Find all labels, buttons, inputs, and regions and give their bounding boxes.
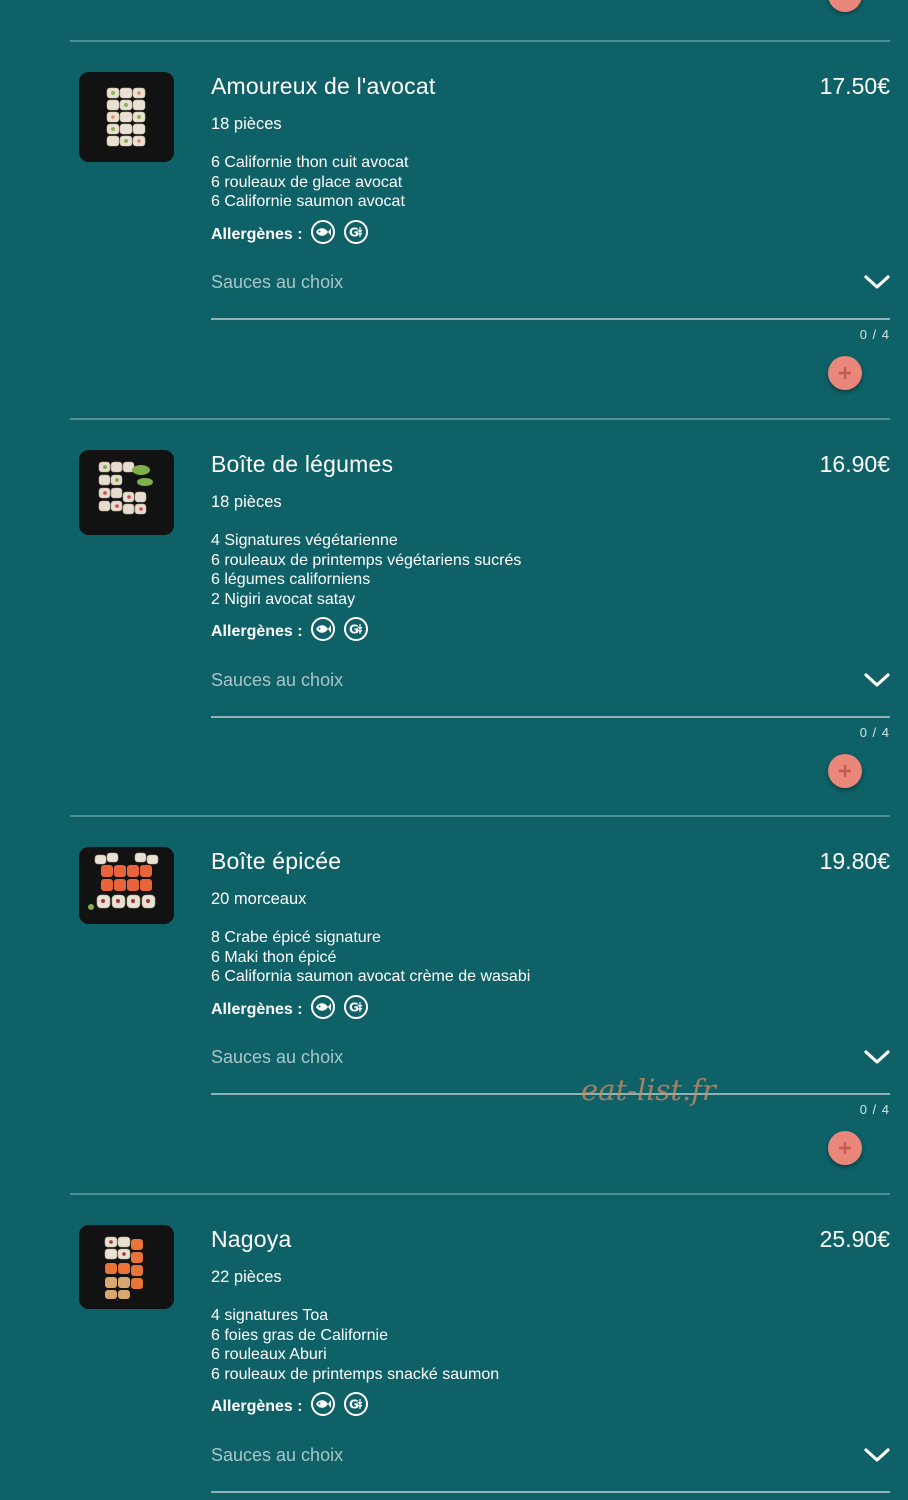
fish-icon — [310, 617, 335, 641]
description-line: 6 rouleaux de glace avocat — [211, 173, 403, 191]
sauces-dropdown[interactable]: Sauces au choix — [211, 670, 890, 718]
description-line: 6 rouleaux Aburi — [211, 1346, 327, 1364]
menu-item: Boîte épicée 19.80€ 20 morceaux 8 Crabe … — [70, 817, 890, 1192]
description-line: 6 Californie thon cuit avocat — [211, 154, 409, 171]
svg-text:G: G — [349, 1398, 359, 1412]
selection-counter: 0 / 4 — [859, 725, 890, 740]
item-description: 4 signatures Toa 6 foies gras de Califor… — [211, 1306, 499, 1384]
svg-text:G: G — [349, 623, 359, 637]
description-line: 4 Signatures végétarienne — [211, 532, 398, 549]
item-pieces: 20 morceaux — [211, 890, 307, 908]
product-image[interactable] — [79, 72, 174, 162]
allergens-row: Allergènes : G — [211, 1392, 377, 1416]
item-price: 17.50€ — [819, 73, 890, 99]
add-to-cart-button[interactable] — [828, 1131, 862, 1165]
menu-item: Nagoya 25.90€ 22 pièces 4 signatures Toa… — [70, 1195, 890, 1500]
add-to-cart-button[interactable] — [828, 356, 862, 390]
item-name: Amoureux de l'avocat — [211, 73, 436, 99]
item-name: Boîte de légumes — [211, 451, 394, 477]
description-line: 2 Nigiri avocat satay — [211, 590, 356, 608]
svg-text:G: G — [349, 1001, 359, 1015]
plus-icon — [839, 367, 851, 379]
gluten-icon: G — [343, 995, 368, 1019]
gluten-icon: G — [343, 617, 368, 641]
sauces-label: Sauces au choix — [211, 670, 344, 690]
item-description: 8 Crabe épicé signature 6 Maki thon épic… — [211, 928, 530, 987]
fish-icon — [310, 995, 335, 1019]
selection-counter: 0 / 4 — [859, 1102, 890, 1117]
product-image[interactable] — [79, 1225, 174, 1309]
item-description: 4 Signatures végétarienne 6 rouleaux de … — [211, 531, 521, 609]
watermark: eat-list.fr — [581, 1073, 716, 1107]
description-line: 6 rouleaux de printemps snacké saumon — [211, 1365, 500, 1383]
allergens-label: Allergènes : — [211, 623, 303, 640]
description-line: 4 signatures Toa — [211, 1307, 329, 1324]
chevron-down-icon[interactable] — [864, 672, 890, 688]
allergens-row: Allergènes : G — [211, 617, 377, 641]
item-pieces: 22 pièces — [211, 1268, 282, 1286]
gluten-icon: G — [343, 1392, 368, 1416]
allergens-row: Allergènes : G — [211, 995, 377, 1019]
add-to-cart-button[interactable] — [828, 754, 862, 788]
allergens-label: Allergènes : — [211, 226, 303, 243]
previous-item-add-button[interactable] — [828, 0, 862, 12]
description-line: 8 Crabe épicé signature — [211, 929, 381, 946]
sauces-label: Sauces au choix — [211, 1445, 344, 1465]
allergens-label: Allergènes : — [211, 1398, 303, 1415]
description-line: 6 California saumon avocat crème de wasa… — [211, 968, 531, 986]
description-line: 6 foies gras de Californie — [211, 1326, 388, 1344]
plus-icon — [839, 765, 851, 777]
product-image[interactable] — [79, 847, 174, 924]
chevron-down-icon[interactable] — [864, 1049, 890, 1065]
item-price: 25.90€ — [819, 1226, 890, 1252]
product-image[interactable] — [79, 450, 174, 535]
sauces-dropdown[interactable]: Sauces au choix — [211, 1047, 890, 1095]
sauces-label: Sauces au choix — [211, 1047, 344, 1067]
menu-item: Boîte de légumes 16.90€ 18 pièces 4 Sign… — [70, 420, 890, 815]
fish-icon — [310, 220, 335, 244]
item-name: Boîte épicée — [211, 848, 342, 874]
allergens-label: Allergènes : — [211, 1001, 303, 1018]
item-pieces: 18 pièces — [211, 493, 282, 511]
sauces-label: Sauces au choix — [211, 272, 344, 292]
svg-text:G: G — [349, 226, 359, 240]
description-line: 6 Californie saumon avocat — [211, 193, 405, 211]
item-price: 16.90€ — [819, 451, 890, 477]
allergens-row: Allergènes : G — [211, 220, 377, 244]
description-line: 6 Maki thon épicé — [211, 948, 337, 966]
item-price: 19.80€ — [819, 848, 890, 874]
item-description: 6 Californie thon cuit avocat 6 rouleaux… — [211, 153, 408, 212]
menu-item: Amoureux de l'avocat 17.50€ 18 pièces 6 … — [70, 42, 890, 417]
description-line: 6 légumes californiens — [211, 571, 371, 589]
selection-counter: 0 / 4 — [859, 327, 890, 342]
item-name: Nagoya — [211, 1226, 292, 1252]
fish-icon — [310, 1392, 335, 1416]
sauces-dropdown[interactable]: Sauces au choix — [211, 1445, 890, 1493]
chevron-down-icon[interactable] — [864, 274, 890, 290]
chevron-down-icon[interactable] — [864, 1447, 890, 1463]
plus-icon — [839, 1142, 851, 1154]
item-pieces: 18 pièces — [211, 115, 282, 133]
gluten-icon: G — [343, 220, 368, 244]
sauces-dropdown[interactable]: Sauces au choix — [211, 272, 890, 320]
description-line: 6 rouleaux de printemps végétariens sucr… — [211, 551, 522, 569]
